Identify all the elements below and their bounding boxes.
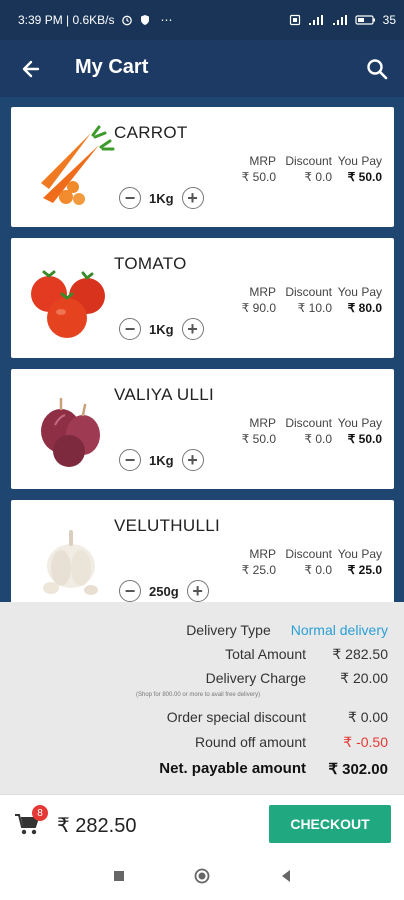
product-name: VELUTHULLI: [114, 516, 220, 535]
special-discount-row: Order special discount ₹ 0.00: [167, 709, 388, 726]
you-pay-header: You Pay: [337, 285, 382, 299]
battery-level: 35: [382, 13, 396, 27]
cart-list[interactable]: CARROT MRP Discount You Pay ₹ 50.0 ₹ 0.0…: [0, 97, 404, 602]
special-discount-value: ₹ 0.00: [347, 709, 388, 725]
garlic-image: [43, 530, 98, 595]
you-pay-value: ₹ 50.0: [347, 170, 382, 184]
increase-quantity-button[interactable]: +: [181, 187, 204, 209]
decrease-quantity-button[interactable]: −: [119, 580, 141, 602]
quantity-stepper: − 1Kg +: [119, 187, 204, 209]
page-title: My Cart: [75, 56, 149, 78]
cart-item-carrot[interactable]: CARROT MRP Discount You Pay ₹ 50.0 ₹ 0.0…: [11, 107, 394, 227]
discount-header: Discount: [285, 547, 332, 561]
status-time: 3:39 PM | 0.6KB/s: [18, 13, 115, 27]
special-discount-label: Order special discount: [166, 709, 306, 725]
increase-quantity-button[interactable]: +: [186, 580, 209, 602]
increase-quantity-button[interactable]: +: [181, 318, 204, 340]
decrease-quantity-button[interactable]: −: [119, 187, 141, 209]
decrease-quantity-button[interactable]: −: [119, 318, 141, 340]
mrp-header: MRP: [249, 285, 276, 299]
decrease-quantity-button[interactable]: −: [119, 449, 141, 471]
product-name: CARROT: [114, 123, 188, 142]
delivery-type-label: Delivery Type: [186, 622, 271, 638]
delivery-type-dropdown[interactable]: Normal delivery: [291, 622, 388, 638]
mrp-value: ₹ 50.0: [241, 170, 276, 184]
battery-icon: [355, 15, 375, 25]
mrp-value: ₹ 50.0: [241, 432, 276, 446]
quantity-value: 1Kg: [149, 190, 174, 206]
round-off-row: Round off amount ₹ -0.50: [195, 734, 388, 751]
round-off-label: Round off amount: [194, 734, 306, 750]
signal-2-icon: [332, 15, 347, 25]
discount-value: ₹ 0.0: [304, 432, 332, 446]
delivery-charge-row: Delivery Charge ₹ 20.00: [206, 670, 388, 687]
total-amount-value: ₹ 282.50: [332, 646, 388, 662]
carrot-image: [41, 125, 115, 205]
alarm-icon: [121, 15, 132, 26]
price-columns: MRP Discount You Pay ₹ 90.0 ₹ 10.0 ₹ 80.…: [238, 284, 382, 316]
total-amount-label: Total Amount: [225, 646, 306, 662]
quantity-stepper: − 250g +: [119, 580, 209, 602]
more-notifications-icon: ⋯: [160, 13, 173, 27]
discount-value: ₹ 10.0: [297, 301, 332, 315]
app-bar: My Cart: [0, 40, 404, 97]
net-payable-label: Net. payable amount: [159, 760, 306, 777]
back-arrow-icon[interactable]: [16, 54, 46, 84]
order-summary: Delivery Type Normal delivery Total Amou…: [0, 602, 404, 794]
product-name: TOMATO: [114, 254, 187, 273]
recents-icon[interactable]: [111, 868, 127, 884]
mrp-header: MRP: [249, 154, 276, 168]
delivery-charge-value: ₹ 20.00: [340, 670, 388, 686]
net-payable-row: Net. payable amount ₹ 302.00: [159, 760, 388, 778]
signal-icon: [308, 15, 323, 25]
shield-icon: [140, 15, 149, 25]
search-icon[interactable]: [362, 54, 392, 84]
tomato-image: [31, 270, 105, 338]
mrp-header: MRP: [249, 547, 276, 561]
discount-value: ₹ 0.0: [304, 563, 332, 577]
cart-item-tomato[interactable]: TOMATO MRP Discount You Pay ₹ 90.0 ₹ 10.…: [11, 238, 394, 358]
price-columns: MRP Discount You Pay ₹ 50.0 ₹ 0.0 ₹ 50.0: [238, 415, 382, 447]
round-off-value: ₹ -0.50: [343, 734, 388, 750]
system-navigation-bar: [0, 854, 404, 900]
quantity-stepper: − 1Kg +: [119, 318, 204, 340]
free-delivery-note: (Shop for 800.00 or more to avail free d…: [136, 692, 261, 698]
product-name: VALIYA ULLI: [114, 385, 215, 404]
price-columns: MRP Discount You Pay ₹ 25.0 ₹ 0.0 ₹ 25.0: [238, 546, 382, 578]
net-payable-value: ₹ 302.00: [328, 761, 388, 778]
quantity-stepper: − 1Kg +: [119, 449, 204, 471]
cart-item-veluthulli[interactable]: VELUTHULLI MRP Discount You Pay ₹ 25.0 ₹…: [11, 500, 394, 602]
status-bar: 3:39 PM | 0.6KB/s ⋯ 35: [0, 0, 404, 40]
mrp-value: ₹ 25.0: [241, 563, 276, 577]
delivery-charge-label: Delivery Charge: [205, 670, 306, 686]
price-columns: MRP Discount You Pay ₹ 50.0 ₹ 0.0 ₹ 50.0: [238, 153, 382, 185]
quantity-value: 1Kg: [149, 321, 174, 337]
mrp-value: ₹ 90.0: [241, 301, 276, 315]
discount-header: Discount: [285, 285, 332, 299]
delivery-type-row: Delivery Type Normal delivery: [186, 622, 388, 638]
checkout-button[interactable]: CHECKOUT: [269, 805, 391, 843]
discount-header: Discount: [285, 416, 332, 430]
you-pay-value: ₹ 50.0: [347, 432, 382, 446]
cart-count-badge: 8: [32, 805, 48, 821]
mrp-header: MRP: [249, 416, 276, 430]
you-pay-header: You Pay: [337, 547, 382, 561]
you-pay-header: You Pay: [337, 416, 382, 430]
back-nav-icon[interactable]: [278, 868, 294, 884]
quantity-value: 250g: [149, 583, 179, 599]
you-pay-value: ₹ 80.0: [347, 301, 382, 315]
home-icon[interactable]: [194, 868, 210, 884]
discount-header: Discount: [285, 154, 332, 168]
cart-total: ₹ 282.50: [57, 815, 137, 837]
quantity-value: 1Kg: [149, 452, 174, 468]
you-pay-value: ₹ 25.0: [347, 563, 382, 577]
discount-value: ₹ 0.0: [304, 170, 332, 184]
you-pay-header: You Pay: [337, 154, 382, 168]
onion-image: [41, 397, 100, 467]
sim-icon: [289, 14, 300, 26]
cart-item-valiya-ulli[interactable]: VALIYA ULLI MRP Discount You Pay ₹ 50.0 …: [11, 369, 394, 489]
total-amount-row: Total Amount ₹ 282.50: [225, 646, 388, 663]
increase-quantity-button[interactable]: +: [181, 449, 204, 471]
bottom-checkout-bar: 8 ₹ 282.50 CHECKOUT: [0, 794, 404, 855]
